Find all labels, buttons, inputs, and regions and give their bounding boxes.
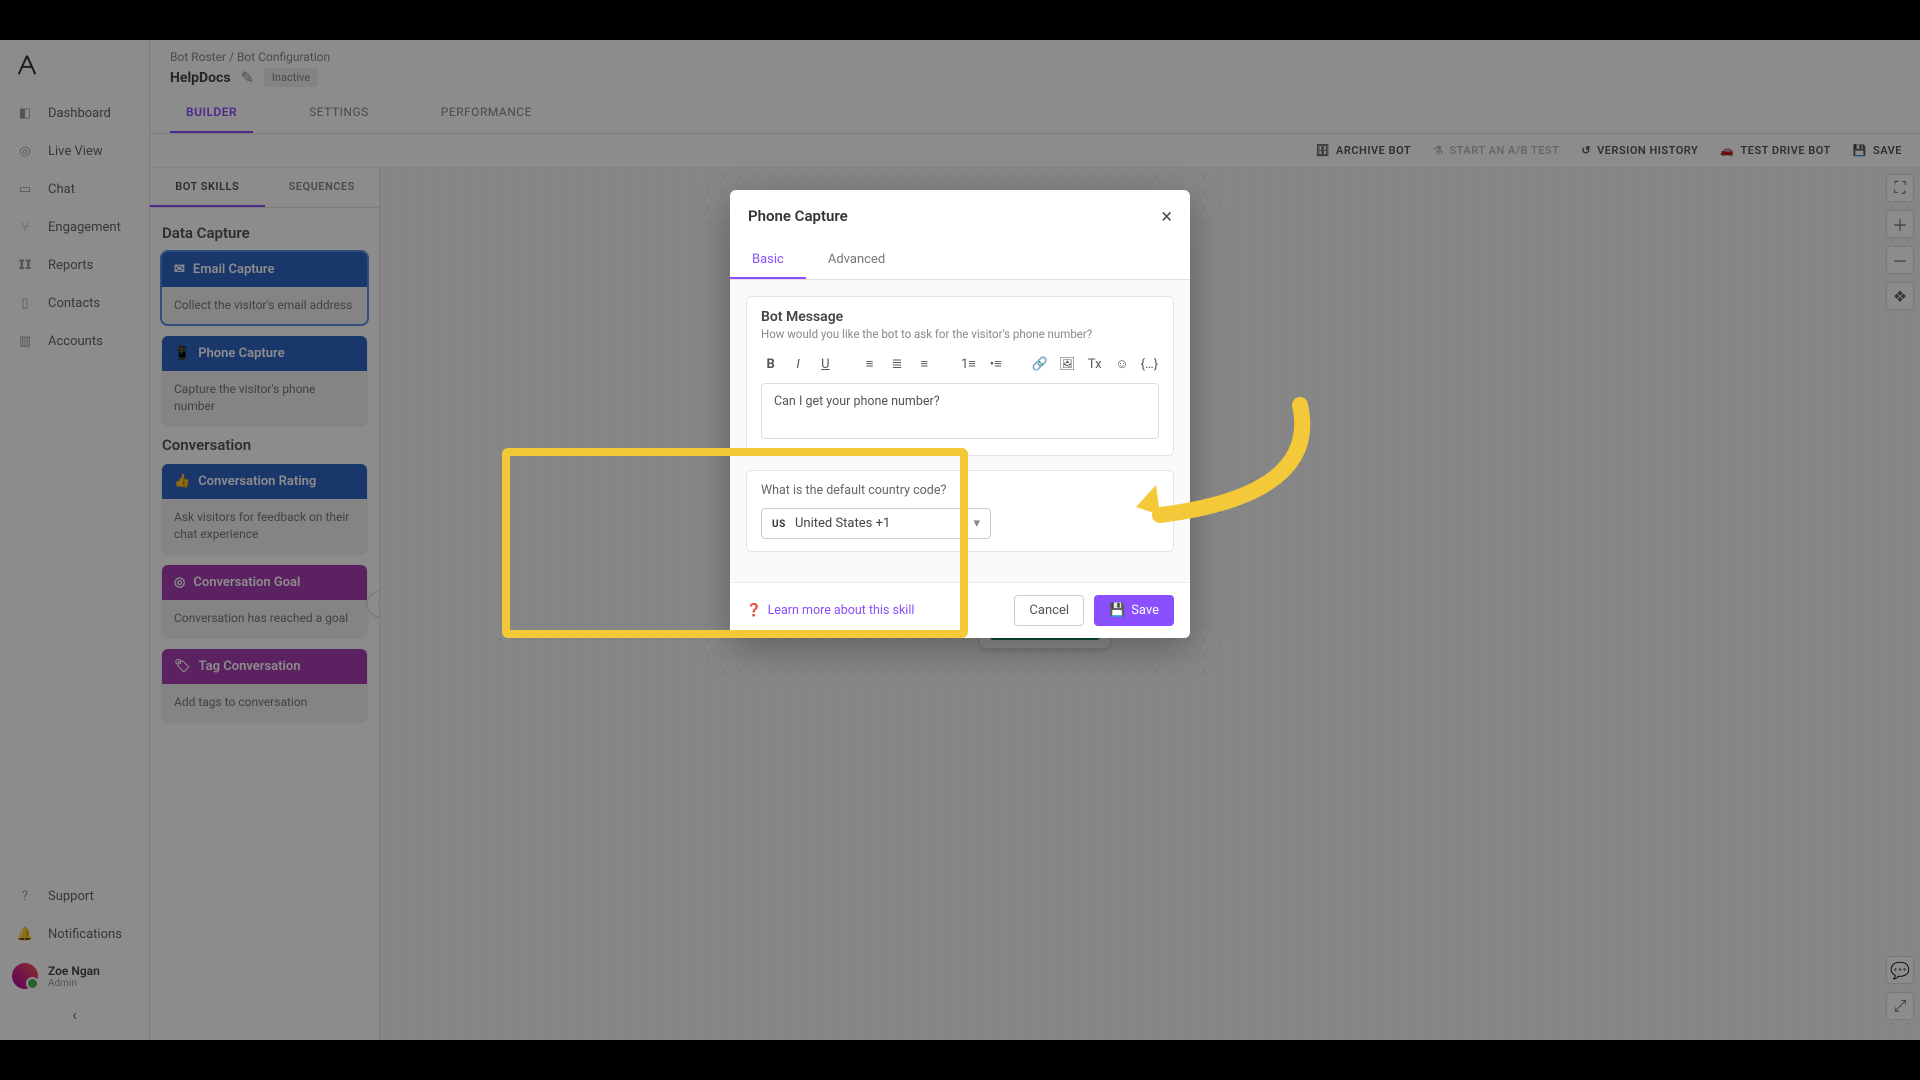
bot-message-block: Bot Message How would you like the bot t… xyxy=(746,296,1174,456)
rte-toolbar: B I U ≡ ≣ ≡ 1≡ •≡ 🔗 🖼 Tx ☺ {…} xyxy=(761,349,1159,383)
brace-icon: {…} xyxy=(1141,357,1159,372)
italic-icon: I xyxy=(796,357,799,372)
flag-icon: US xyxy=(772,519,786,530)
italic-button[interactable]: I xyxy=(788,353,807,375)
save-button[interactable]: 💾 Save xyxy=(1094,595,1174,626)
ul-icon: •≡ xyxy=(990,356,1002,372)
modal-body: Bot Message How would you like the bot t… xyxy=(730,280,1190,582)
bot-message-label: Bot Message xyxy=(761,309,1159,325)
chevron-down-icon: ▾ xyxy=(973,516,980,531)
country-code-block: What is the default country code? US Uni… xyxy=(746,470,1174,552)
unordered-list-button[interactable]: •≡ xyxy=(986,353,1005,375)
align-left-button[interactable]: ≡ xyxy=(860,353,879,375)
country-code-value: United States +1 xyxy=(795,516,890,531)
modal-close-button[interactable]: × xyxy=(1161,204,1172,228)
help-icon: ❓ xyxy=(746,603,762,618)
clear-format-button[interactable]: Tx xyxy=(1085,353,1104,375)
close-icon: × xyxy=(1161,204,1172,228)
save-label: Save xyxy=(1131,603,1159,618)
cancel-label: Cancel xyxy=(1029,603,1069,618)
underline-icon: U xyxy=(821,357,829,372)
align-right-icon: ≡ xyxy=(920,356,928,372)
ol-icon: 1≡ xyxy=(961,356,976,372)
image-button[interactable]: 🖼 xyxy=(1058,353,1077,375)
clear-icon: Tx xyxy=(1088,357,1102,372)
cancel-button[interactable]: Cancel xyxy=(1014,595,1084,626)
align-center-icon: ≣ xyxy=(891,357,902,372)
link-button[interactable]: 🔗 xyxy=(1030,353,1049,375)
modal-header: Phone Capture × xyxy=(730,190,1190,242)
learn-more-link[interactable]: ❓ Learn more about this skill xyxy=(746,603,914,618)
link-icon: 🔗 xyxy=(1032,357,1048,372)
modal-tab-basic[interactable]: Basic xyxy=(730,242,806,279)
modal-tab-advanced[interactable]: Advanced xyxy=(806,242,907,279)
bold-button[interactable]: B xyxy=(761,353,780,375)
emoji-button[interactable]: ☺ xyxy=(1112,353,1131,375)
align-right-button[interactable]: ≡ xyxy=(915,353,934,375)
bot-message-sub: How would you like the bot to ask for th… xyxy=(761,327,1159,341)
bot-message-input[interactable] xyxy=(761,383,1159,439)
align-center-button[interactable]: ≣ xyxy=(887,353,906,375)
country-code-select[interactable]: US United States +1 ▾ xyxy=(761,508,991,539)
modal-actions: Cancel 💾 Save xyxy=(1014,595,1174,626)
phone-capture-modal: Phone Capture × Basic Advanced Bot Messa… xyxy=(730,190,1190,638)
save-icon: 💾 xyxy=(1109,603,1125,618)
bold-icon: B xyxy=(767,357,775,372)
modal-tabs: Basic Advanced xyxy=(730,242,1190,280)
align-left-icon: ≡ xyxy=(866,356,874,372)
country-code-label: What is the default country code? xyxy=(761,483,1159,498)
image-icon: 🖼 xyxy=(1059,357,1076,372)
underline-button[interactable]: U xyxy=(816,353,835,375)
emoji-icon: ☺ xyxy=(1115,356,1128,372)
ordered-list-button[interactable]: 1≡ xyxy=(959,353,978,375)
modal-title: Phone Capture xyxy=(748,207,848,225)
variable-button[interactable]: {…} xyxy=(1140,353,1159,375)
learn-more-label: Learn more about this skill xyxy=(768,603,915,618)
modal-footer: ❓ Learn more about this skill Cancel 💾 Sa… xyxy=(730,582,1190,638)
